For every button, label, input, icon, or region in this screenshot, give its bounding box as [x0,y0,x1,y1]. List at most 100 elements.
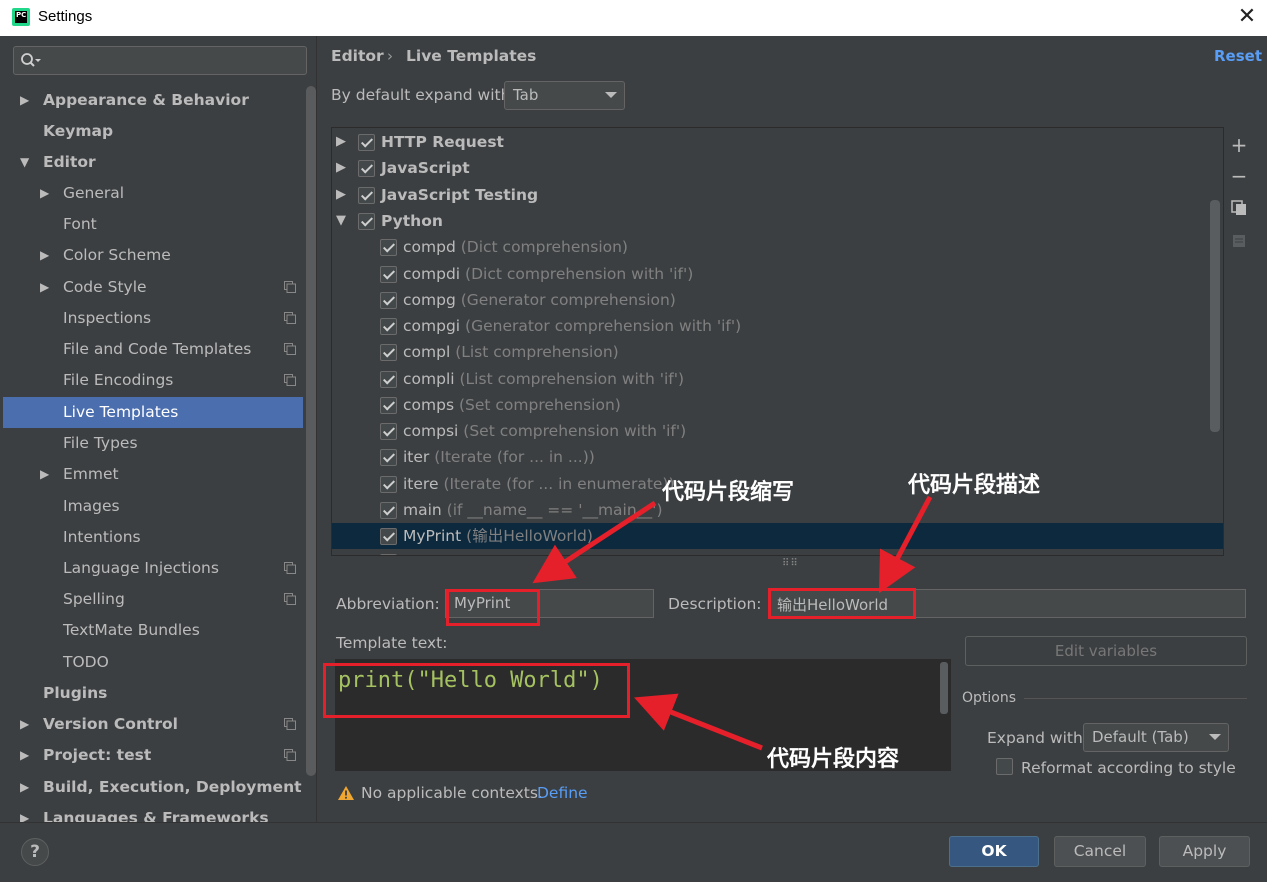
sidebar-item-images[interactable]: Images [3,491,303,522]
splitter-grip[interactable]: ⠿⠿ [782,558,799,569]
edit-variables-button[interactable]: Edit variables [965,636,1247,666]
cancel-button[interactable]: Cancel [1054,836,1146,867]
template-item[interactable]: compdi (Dict comprehension with 'if') [332,261,1223,287]
sidebar-item-label: Appearance & Behavior [43,91,249,109]
remove-icon[interactable]: − [1229,166,1249,186]
group-checkbox[interactable] [358,160,375,177]
template-checkbox[interactable] [380,239,397,256]
sidebar-item-general[interactable]: ▶ General [3,178,303,209]
group-checkbox[interactable] [358,134,375,151]
default-expand-select[interactable]: Tab [504,81,625,110]
sidebar-item-textmate-bundles[interactable]: TextMate Bundles [3,615,303,646]
sidebar-item-label: Emmet [63,465,119,483]
sidebar-item-project[interactable]: ▶ Project: test [3,740,303,771]
sidebar-item-label: Version Control [43,715,178,733]
sidebar-item-code-style[interactable]: ▶ Code Style [3,272,303,303]
sidebar-item-file-encodings[interactable]: File Encodings [3,365,303,396]
template-checkbox[interactable] [380,528,397,545]
sidebar-item-label: Plugins [43,684,108,702]
sidebar-item-file-code-templates[interactable]: File and Code Templates [3,334,303,365]
template-checkbox[interactable] [380,266,397,283]
close-icon[interactable]: ✕ [1236,5,1258,29]
sidebar-item-label: Font [63,215,97,233]
template-item[interactable]: compg (Generator comprehension) [332,287,1223,313]
sidebar-item-file-types[interactable]: File Types [3,428,303,459]
sidebar-item-emmet[interactable]: ▶ Emmet [3,459,303,490]
sidebar-item-languages[interactable]: ▶ Languages & Frameworks [3,803,303,822]
template-item[interactable]: comps (Set comprehension) [332,392,1223,418]
expand-arrow-icon: ▶ [336,187,346,202]
sidebar-item-version-control[interactable]: ▶ Version Control [3,709,303,740]
apply-button[interactable]: Apply [1159,836,1250,867]
group-checkbox[interactable] [358,187,375,204]
sidebar-item-build[interactable]: ▶ Build, Execution, Deployment [3,772,303,803]
template-checkbox[interactable] [380,292,397,309]
sidebar-scrollbar[interactable] [306,86,316,776]
add-icon[interactable]: + [1229,135,1249,155]
template-checkbox[interactable] [380,318,397,335]
options-title: Options [962,690,1017,706]
template-item[interactable]: compd (Dict comprehension) [332,234,1223,260]
template-item[interactable]: compgi (Generator comprehension with 'if… [332,313,1223,339]
sidebar-item-spelling[interactable]: Spelling [3,584,303,615]
template-checkbox[interactable] [380,554,397,555]
template-group-javascript[interactable]: ▶ JavaScript [332,155,1223,181]
sidebar-item-appearance[interactable]: ▶ Appearance & Behavior [3,85,303,116]
select-value: Default (Tab) [1092,728,1189,746]
sidebar-item-intentions[interactable]: Intentions [3,522,303,553]
template-text-label: Template text: [336,634,448,652]
template-description: (Dict comprehension with 'if') [465,265,694,283]
template-checkbox[interactable] [380,476,397,493]
restore-icon[interactable] [1229,232,1249,252]
define-context-link[interactable]: Define [537,784,588,802]
expand-with-select[interactable]: Default (Tab) [1083,723,1229,752]
template-item[interactable]: compsi (Set comprehension with 'if') [332,418,1223,444]
sidebar-item-plugins[interactable]: Plugins [3,678,303,709]
sidebar-item-label: Spelling [63,590,125,608]
reset-link[interactable]: Reset [1214,47,1262,65]
template-checkbox[interactable] [380,397,397,414]
template-checkbox[interactable] [380,344,397,361]
template-item[interactable]: iter (Iterate (for ... in ...)) [332,444,1223,470]
template-item[interactable]: compli (List comprehension with 'if') [332,366,1223,392]
template-item[interactable]: compl (List comprehension) [332,339,1223,365]
settings-search-input[interactable] [13,46,307,75]
template-item-selected[interactable]: MyPrint (输出HelloWorld) [332,523,1223,549]
options-divider [1024,698,1247,699]
template-group-js-testing[interactable]: ▶ JavaScript Testing [332,182,1223,208]
sidebar-item-label: Inspections [63,309,152,327]
sidebar-item-font[interactable]: Font [3,209,303,240]
template-name: main [403,501,442,519]
template-description: (Set comprehension) [458,396,621,414]
template-group-http[interactable]: ▶ HTTP Request [332,129,1223,155]
template-checkbox[interactable] [380,423,397,440]
help-button[interactable]: ? [21,838,49,866]
sidebar-item-live-templates[interactable]: Live Templates [3,397,303,428]
template-checkbox[interactable] [380,502,397,519]
collapse-arrow-icon: ▼ [20,155,30,169]
project-copy-icon [284,593,296,605]
template-description: (Dict comprehension) [460,238,628,256]
reformat-checkbox[interactable] [996,758,1013,775]
sidebar-item-editor[interactable]: ▼ Editor [3,147,303,178]
template-item-partial[interactable] [332,549,1223,555]
ok-button[interactable]: OK [949,836,1039,867]
sidebar-item-label: File Encodings [63,371,174,389]
template-checkbox[interactable] [380,371,397,388]
description-label: Description: [668,595,762,613]
sidebar-item-language-injections[interactable]: Language Injections [3,553,303,584]
sidebar-item-color-scheme[interactable]: ▶ Color Scheme [3,240,303,271]
editor-scrollbar[interactable] [940,662,948,714]
templates-scrollbar[interactable] [1210,200,1220,432]
project-copy-icon [284,749,296,761]
sidebar-item-keymap[interactable]: Keymap [3,116,303,147]
group-checkbox[interactable] [358,213,375,230]
description-annotation: 代码片段描述 [908,473,1041,498]
copy-icon[interactable] [1229,199,1249,219]
sidebar-item-todo[interactable]: TODO [3,647,303,678]
template-checkbox[interactable] [380,449,397,466]
sidebar-item-inspections[interactable]: Inspections [3,303,303,334]
template-description: (Set comprehension with 'if') [463,422,687,440]
breadcrumb-separator: › [387,47,393,65]
template-group-python[interactable]: ▼ Python [332,208,1223,234]
